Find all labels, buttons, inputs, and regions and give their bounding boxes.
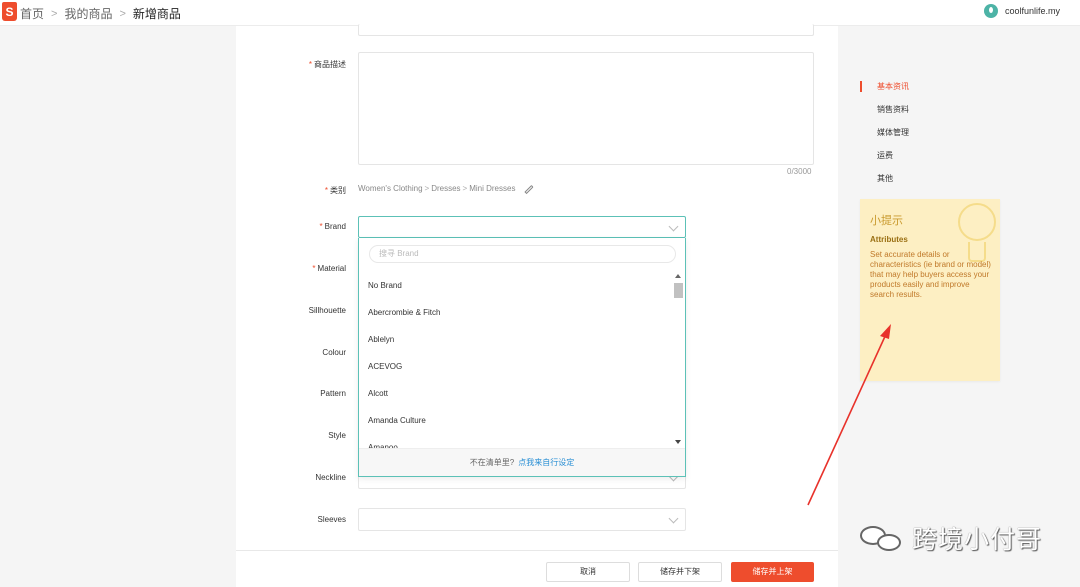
wechat-icon xyxy=(860,524,904,552)
watermark: 跨境小付哥 xyxy=(860,520,1042,556)
watermark-text: 跨境小付哥 xyxy=(912,526,1043,554)
annotation-arrow-icon xyxy=(807,324,891,506)
